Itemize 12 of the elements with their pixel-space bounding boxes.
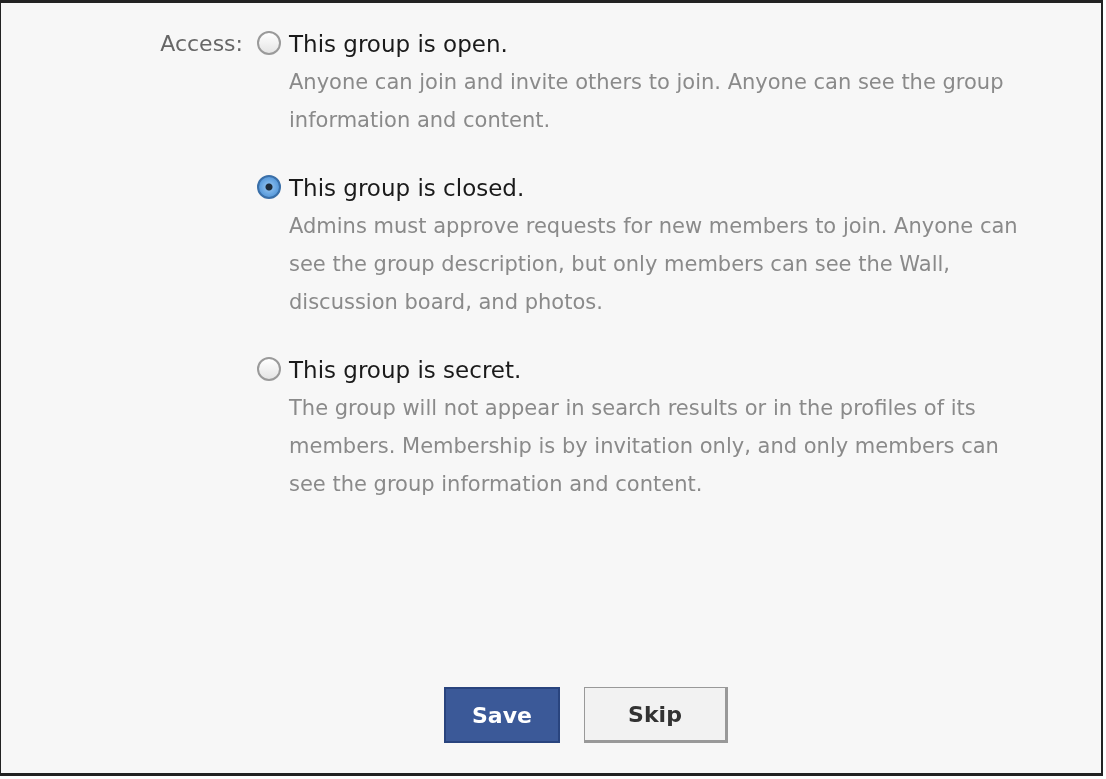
skip-button[interactable]: Skip: [584, 687, 728, 743]
option-title[interactable]: This group is open.: [289, 25, 1029, 63]
save-button[interactable]: Save: [444, 687, 560, 743]
option-description: Admins must approve requests for new members to join. Anyone can see the group description, but only members can see the Wall, discussion board, and photos.: [289, 213, 1019, 316]
option-description: Anyone can join and invite others to join. Anyone can see the group information and content.: [289, 69, 1005, 134]
access-label: Access:: [160, 30, 243, 58]
option-title[interactable]: This group is secret.: [289, 351, 1029, 389]
option-title[interactable]: This group is closed.: [289, 169, 1029, 207]
radio-button[interactable]: [257, 357, 281, 381]
option-description: The group will not appear in search results or in the profiles of its members. Membership is by invitation only, and only members can see the group information and content.: [289, 395, 1000, 498]
radio-button[interactable]: [257, 175, 281, 199]
radio-button[interactable]: [257, 31, 281, 55]
